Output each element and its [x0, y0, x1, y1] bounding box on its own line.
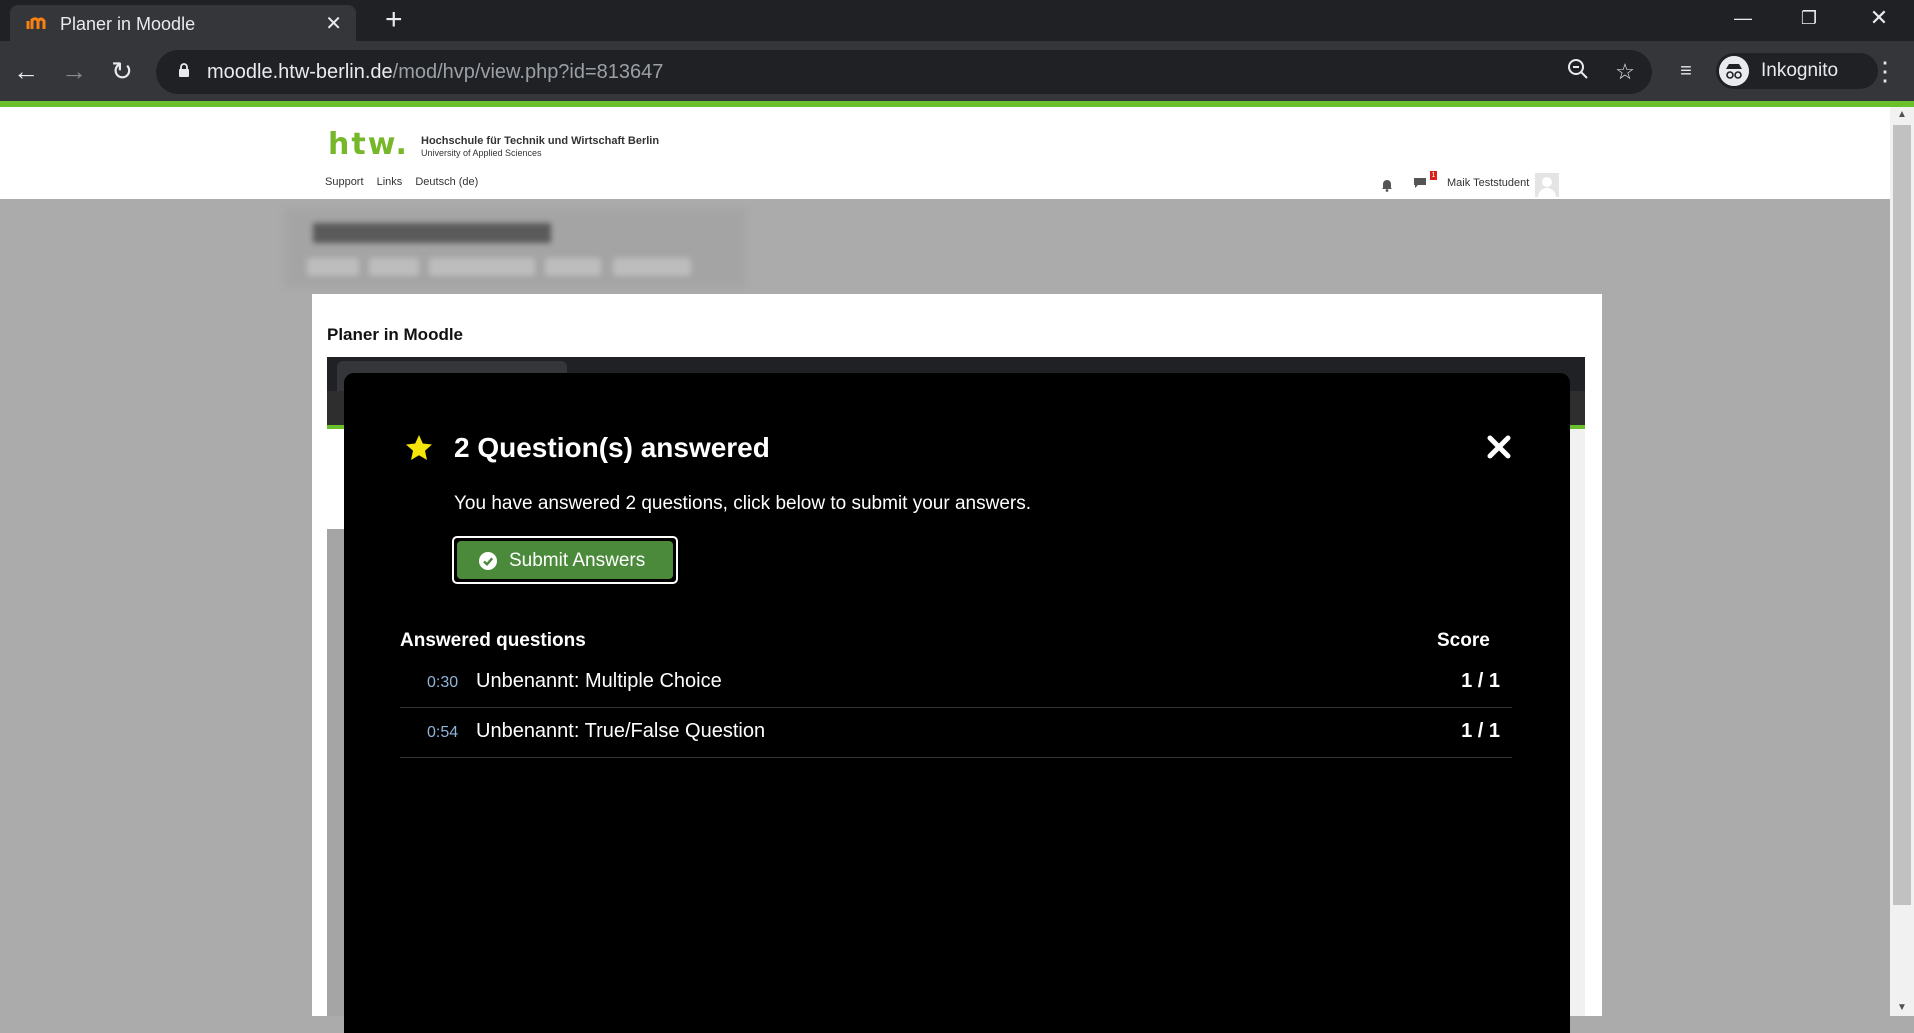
answered-questions-header: Answered questions: [400, 630, 586, 651]
nav-language[interactable]: Deutsch (de): [415, 176, 478, 188]
forward-icon[interactable]: →: [56, 53, 92, 89]
close-icon[interactable]: [1486, 434, 1512, 460]
tab-close-icon[interactable]: ✕: [325, 11, 342, 36]
star-icon: [406, 435, 432, 460]
url-text: moodle.htw-berlin.de/mod/hvp/view.php?id…: [207, 61, 663, 84]
page-title: Planer in Moodle: [327, 325, 464, 344]
user-menu: 1 Maik Teststudent: [1380, 171, 1562, 197]
logo-line1: Hochschule für Technik und Wirtschaft Be…: [421, 135, 660, 147]
row-timestamp[interactable]: 0:54: [427, 724, 458, 742]
score-header: Score: [1437, 630, 1490, 651]
submit-dialog: 2 Question(s) answered You have answered…: [344, 373, 1570, 1033]
table-row: 0:30 Unbenannt: Multiple Choice 1 / 1: [400, 657, 1512, 708]
row-score: 1 / 1: [1461, 720, 1500, 742]
submit-button-focus-ring: Submit Answers: [452, 536, 678, 584]
nav-links[interactable]: Links: [377, 176, 403, 188]
lock-icon: [179, 63, 189, 77]
profile-label: Inkognito: [1761, 60, 1839, 81]
zoom-icon[interactable]: [1564, 58, 1592, 86]
reading-list-icon[interactable]: ≡: [1668, 53, 1704, 89]
restore-button[interactable]: ❐: [1776, 0, 1842, 36]
new-tab-button[interactable]: +: [385, 3, 403, 37]
url-path: /mod/hvp/view.php?id=813647: [392, 61, 664, 83]
dialog-title: 2 Question(s) answered: [454, 432, 770, 463]
blurred-course-header: [285, 209, 745, 287]
address-bar[interactable]: moodle.htw-berlin.de/mod/hvp/view.php?id…: [156, 50, 1652, 94]
minimize-button[interactable]: —: [1710, 0, 1776, 36]
row-score: 1 / 1: [1461, 670, 1500, 692]
tab-title: Planer in Moodle: [60, 14, 196, 34]
close-window-button[interactable]: ✕: [1846, 0, 1912, 36]
scroll-up-icon[interactable]: ▲: [1890, 107, 1914, 123]
browser-tab-bar: Planer in Moodle ✕ + — ❐ ✕: [0, 0, 1914, 41]
table-row: 0:54 Unbenannt: True/False Question 1 / …: [400, 707, 1512, 758]
bell-icon[interactable]: [1380, 178, 1394, 192]
profile-button[interactable]: Inkognito: [1716, 53, 1878, 89]
moodle-favicon-icon: [26, 17, 46, 29]
username[interactable]: Maik Teststudent: [1447, 177, 1529, 189]
nav-support[interactable]: Support: [325, 176, 364, 188]
blurred-breadcrumb: [369, 258, 419, 276]
browser-toolbar: ← → ↻ moodle.htw-berlin.de/mod/hvp/view.…: [0, 41, 1914, 101]
logo-mark: htw.: [328, 127, 409, 162]
dialog-description: You have answered 2 questions, click bel…: [454, 493, 1031, 514]
submit-answers-button[interactable]: Submit Answers: [457, 541, 673, 579]
row-timestamp[interactable]: 0:30: [427, 674, 458, 692]
blurred-breadcrumb: [613, 258, 691, 276]
back-icon[interactable]: ←: [8, 53, 44, 89]
submit-label: Submit Answers: [509, 550, 646, 571]
blurred-course-title: [313, 223, 551, 243]
chat-icon[interactable]: [1413, 177, 1427, 189]
scroll-down-icon[interactable]: ▼: [1890, 1000, 1914, 1016]
htw-logo[interactable]: htw. Hochschule für Technik und Wirtscha…: [328, 127, 659, 162]
avatar[interactable]: [1535, 173, 1559, 197]
url-host: moodle.htw-berlin.de: [207, 61, 393, 83]
row-question-name: Unbenannt: True/False Question: [476, 720, 766, 742]
page-scrollbar[interactable]: ▲ ▼: [1890, 107, 1914, 1016]
message-badge: 1: [1430, 171, 1437, 180]
header-nav: Support Links Deutsch (de): [325, 176, 488, 188]
check-circle-icon: [479, 552, 497, 570]
scrollbar-thumb[interactable]: [1893, 125, 1911, 905]
browser-tab[interactable]: Planer in Moodle ✕: [10, 5, 356, 41]
star-icon[interactable]: ☆: [1611, 58, 1639, 86]
blurred-breadcrumb: [429, 258, 535, 276]
incognito-icon: [1719, 56, 1749, 86]
logo-line2: University of Applied Sciences: [421, 148, 542, 158]
menu-icon[interactable]: ⋮: [1872, 53, 1898, 89]
blurred-breadcrumb: [307, 258, 359, 276]
blurred-breadcrumb: [545, 258, 601, 276]
reload-icon[interactable]: ↻: [104, 53, 140, 89]
row-question-name: Unbenannt: Multiple Choice: [476, 670, 722, 692]
site-header: htw. Hochschule für Technik und Wirtscha…: [0, 107, 1890, 199]
